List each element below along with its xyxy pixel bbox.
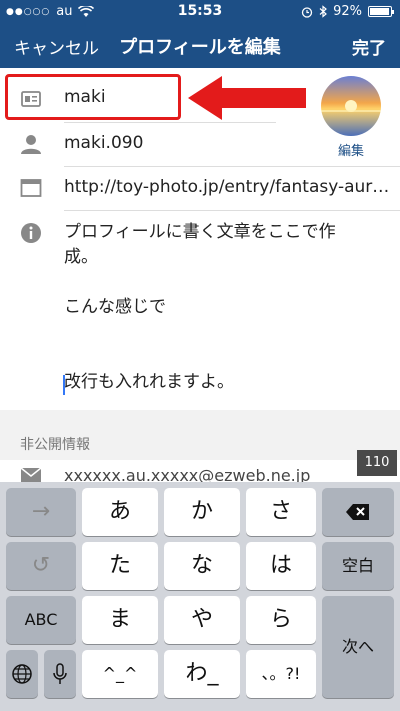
bio-field[interactable]: プロフィールに書く文章をここで作 成。 こんな感じで 改行も入れれますよ。 (64, 220, 384, 395)
key-microphone[interactable] (44, 650, 76, 698)
bio-line: 成。 (64, 247, 98, 267)
browser-window-icon (20, 179, 42, 197)
bio-line: こんな感じで (64, 297, 166, 317)
private-section-header: 非公開情報 (0, 410, 400, 460)
key-globe[interactable] (6, 650, 38, 698)
bio-line: プロフィールに書く文章をここで作 (64, 222, 336, 242)
battery-icon (368, 6, 394, 17)
alarm-icon (301, 6, 313, 18)
delete-icon (346, 504, 369, 520)
key-undo[interactable]: ↺ (6, 542, 76, 590)
page-title: プロフィールを編集 (119, 37, 281, 58)
email-row[interactable]: xxxxxx.au.xxxxx@ezweb.ne.jp (0, 460, 400, 482)
bio-line: 改行も入れれますよ。 (64, 372, 234, 392)
highlight-box (5, 74, 181, 120)
email-field[interactable]: xxxxxx.au.xxxxx@ezweb.ne.jp (64, 466, 310, 482)
divider (64, 210, 400, 211)
key-ka[interactable]: か (164, 488, 240, 536)
bio-line (64, 345, 384, 370)
status-right: 92% (301, 4, 394, 19)
website-row[interactable]: http://toy-photo.jp/entry/fantasy-aur… (0, 166, 400, 210)
section-title: 非公開情報 (20, 437, 90, 453)
globe-icon (12, 664, 32, 684)
bio-line (64, 270, 384, 295)
key-a[interactable]: あ (82, 488, 158, 536)
person-icon (21, 135, 41, 154)
key-ha[interactable]: は (246, 542, 316, 590)
key-next[interactable]: 次へ (322, 596, 394, 698)
text-cursor (63, 375, 65, 395)
bluetooth-icon (319, 5, 328, 18)
username-field[interactable]: maki.090 (64, 133, 143, 153)
key-wa[interactable]: わ_ (164, 650, 240, 698)
info-icon (21, 223, 41, 243)
key-space[interactable]: 空白 (322, 542, 394, 590)
japanese-keyboard: → あ か さ ↺ た な は 空白 ABC ま や ら 次へ ^_^ わ_ 、… (0, 482, 400, 711)
key-ra[interactable]: ら (246, 596, 316, 644)
key-abc[interactable]: ABC (6, 596, 76, 644)
key-sa[interactable]: さ (246, 488, 316, 536)
bio-line (64, 320, 384, 345)
mail-icon (20, 467, 42, 482)
key-ma[interactable]: ま (82, 596, 158, 644)
website-field[interactable]: http://toy-photo.jp/entry/fantasy-aur… (64, 177, 389, 197)
username-row[interactable]: maki.090 (0, 122, 400, 166)
key-delete[interactable] (322, 488, 394, 536)
key-arrow-right[interactable]: → (6, 488, 76, 536)
microphone-icon (53, 663, 67, 684)
key-ta[interactable]: た (82, 542, 158, 590)
character-counter: 110 (357, 450, 397, 476)
key-ya[interactable]: や (164, 596, 240, 644)
battery-percent: 92% (333, 4, 362, 19)
navigation-bar: キャンセル プロフィールを編集 完了 (0, 22, 400, 68)
key-na[interactable]: な (164, 542, 240, 590)
done-button[interactable]: 完了 (352, 34, 386, 59)
red-arrow-icon (188, 76, 306, 120)
key-emoticon[interactable]: ^_^ (82, 650, 158, 698)
key-punctuation[interactable]: 、。?! (246, 650, 316, 698)
status-bar: ●●○○○ au 15:53 92% (0, 0, 400, 22)
